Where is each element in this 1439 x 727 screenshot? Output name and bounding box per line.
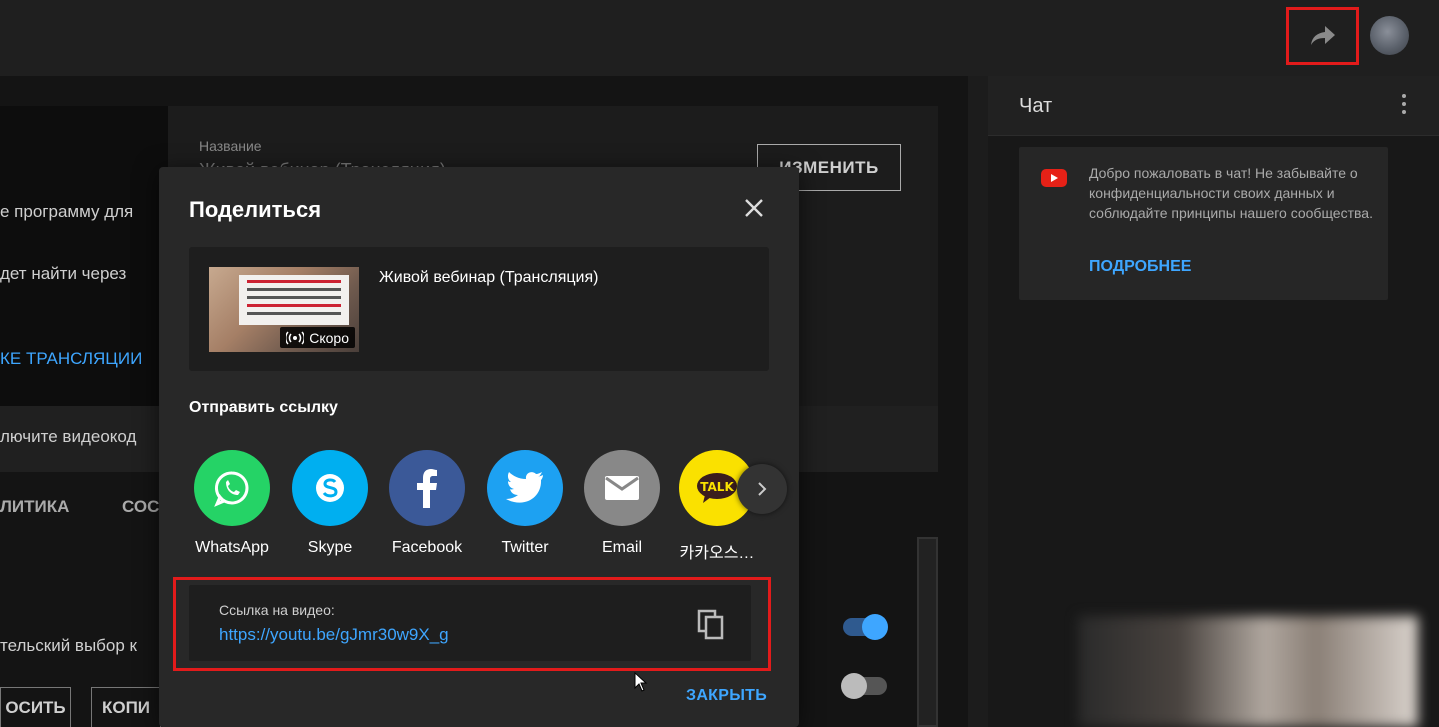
live-broadcast-icon [286,331,305,344]
bottom-button[interactable]: ОСИТЬ [0,687,71,727]
chat-title: Чат [1019,95,1053,117]
toggle-knob [862,614,888,640]
share-label: WhatsApp [195,539,269,556]
toggle-off[interactable] [841,673,887,699]
close-button[interactable]: ЗАКРЫТЬ [686,687,767,705]
scrollbar-track[interactable] [917,537,938,727]
skype-icon [292,450,368,526]
avatar[interactable] [1370,16,1409,55]
video-preview-blurred [1078,616,1418,727]
share-label: Skype [307,539,353,556]
email-icon [584,450,660,526]
svg-text:TALK: TALK [700,480,734,494]
share-label: Email [601,539,642,556]
facebook-icon [389,450,465,526]
chat-header: Чат [988,76,1439,136]
mouse-cursor-icon [634,671,648,697]
field-label: Название [199,138,262,154]
twitter-icon [487,450,563,526]
send-link-label: Отправить ссылку [189,399,338,416]
more-link[interactable]: ПОДРОБНЕЕ [1089,258,1191,276]
thumbnail-banner [239,275,349,325]
close-icon [745,199,763,217]
toggle-on[interactable] [843,614,888,640]
more-options-icon[interactable] [1400,94,1408,118]
copy-icon [697,609,724,640]
share-whatsapp-button[interactable]: WhatsApp [189,450,275,557]
video-preview-card: Скоро Живой вебинар (Трансляция) [189,247,769,371]
share-label: Twitter [501,539,549,556]
panel-divider [968,76,988,727]
background-link[interactable]: КЕ ТРАНСЛЯЦИИ [0,349,142,369]
dialog-title: Поделиться [189,197,322,222]
video-link-label: Ссылка на видео: [219,602,335,618]
background-text: е программу для [0,202,134,221]
next-share-button[interactable] [737,464,787,514]
background-text: дет найти через [0,264,127,283]
tab-analytics[interactable]: ЛИТИКА [0,497,69,517]
welcome-text: Добро пожаловать в чат! Не забывайте о к… [1089,165,1373,221]
background-text: тельский выбор к [0,636,137,655]
upcoming-badge: Скоро [280,327,355,348]
share-facebook-button[interactable]: Facebook [384,450,470,557]
video-thumbnail: Скоро [209,267,359,352]
share-email-button[interactable]: Email [579,450,665,557]
video-link-url[interactable]: https://youtu.be/gJmr30w9X_g [219,625,449,645]
toggle-knob [841,673,867,699]
share-skype-button[interactable]: Skype [287,450,373,557]
whatsapp-icon [194,450,270,526]
share-twitter-button[interactable]: Twitter [482,450,568,557]
bottom-button[interactable]: КОПИ [91,687,161,727]
video-link-box: Ссылка на видео: https://youtu.be/gJmr30… [189,585,751,661]
youtube-icon [1041,169,1067,187]
share-dialog: Поделиться Скоро Живой вебинар (Трансляц… [159,167,799,727]
background-text: лючите видеокод [0,427,137,446]
close-dialog-button[interactable] [739,193,769,223]
video-title: Живой вебинар (Трансляция) [379,269,599,286]
share-top-button[interactable] [1286,7,1359,65]
chat-panel: Чат Добро пожаловать в чат! Не забывайте… [988,76,1439,727]
copy-link-button[interactable] [697,609,727,641]
badge-label: Скоро [309,329,349,346]
share-label: Facebook [391,539,463,556]
chat-welcome-card: Добро пожаловать в чат! Не забывайте о к… [1019,147,1388,300]
share-arrow-icon [1310,26,1335,45]
top-bar [0,0,1439,76]
chevron-right-icon [758,482,767,496]
share-label: 카카오스… [679,545,755,562]
